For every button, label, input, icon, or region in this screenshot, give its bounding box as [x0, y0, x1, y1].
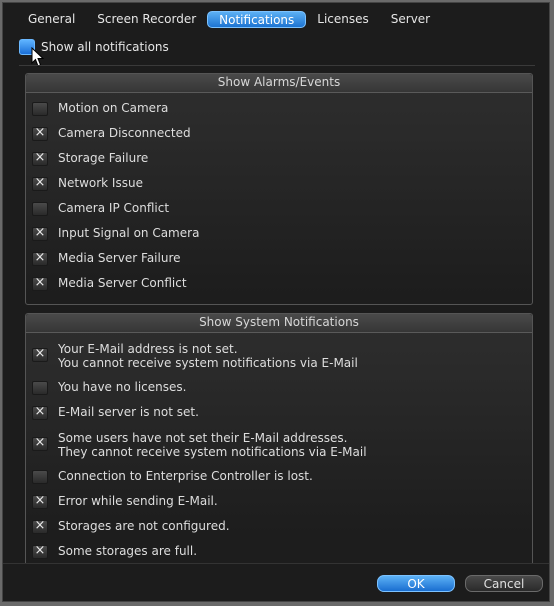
system-item-label: Storages are not configured. — [58, 519, 230, 533]
check-mark-icon — [33, 380, 47, 394]
alarm-item-label: Storage Failure — [58, 151, 149, 165]
checkbox[interactable]: × — [32, 275, 48, 291]
alarm-item[interactable]: × Network Issue — [32, 176, 143, 191]
check-mark-icon — [33, 101, 47, 115]
system-item[interactable]: × Your E-Mail address is not set. You can… — [32, 342, 358, 370]
check-mark-icon: × — [34, 225, 46, 240]
alarm-item[interactable]: × Media Server Conflict — [32, 276, 187, 291]
check-mark-icon: × — [34, 404, 46, 419]
system-item[interactable]: × Storages are not configured. — [32, 519, 230, 534]
alarm-item[interactable]: × Camera Disconnected — [32, 126, 191, 141]
system-item-line2: They cannot receive system notifications… — [58, 445, 367, 459]
system-item[interactable]: × E-Mail server is not set. — [32, 405, 199, 420]
checkbox[interactable] — [32, 470, 48, 484]
system-item-label: You have no licenses. — [58, 380, 187, 394]
check-mark-icon: × — [34, 125, 46, 140]
alarm-item[interactable]: Camera IP Conflict — [32, 201, 169, 216]
system-item-line1: Some users have not set their E-Mail add… — [58, 431, 348, 445]
check-mark-icon: × — [34, 435, 46, 450]
system-item-line2: You cannot receive system notifications … — [58, 356, 358, 370]
checkbox[interactable] — [32, 102, 48, 116]
settings-dialog: General Screen Recorder Notifications Li… — [2, 2, 550, 602]
alarm-item-label: Camera IP Conflict — [58, 201, 170, 215]
tab-screen-recorder[interactable]: Screen Recorder — [86, 11, 207, 28]
system-item[interactable]: You have no licenses. — [32, 380, 186, 395]
tab-general[interactable]: General — [17, 11, 86, 28]
system-item-label: Connection to Enterprise Controller is l… — [58, 469, 313, 483]
checkbox[interactable]: × — [32, 493, 48, 509]
system-item[interactable]: × Error while sending E-Mail. — [32, 494, 218, 509]
footer-divider — [3, 563, 549, 564]
tab-bar: General Screen Recorder Notifications Li… — [17, 11, 441, 29]
checkbox[interactable] — [32, 381, 48, 395]
checkbox[interactable]: × — [32, 175, 48, 191]
check-mark-icon: × — [34, 250, 46, 265]
check-mark-icon — [33, 201, 47, 215]
alarms-events-group: Show Alarms/Events Motion on Camera × Ca… — [25, 73, 533, 305]
alarms-events-title: Show Alarms/Events — [26, 74, 532, 93]
checkbox[interactable]: × — [32, 435, 48, 451]
system-item[interactable]: × Some storages are full. — [32, 544, 197, 559]
show-all-notifications-label: Show all notifications — [41, 40, 169, 54]
check-mark-icon: × — [34, 543, 46, 558]
check-mark-icon — [33, 469, 47, 483]
system-item-line1: Your E-Mail address is not set. — [58, 342, 238, 356]
alarm-item[interactable]: × Storage Failure — [32, 151, 148, 166]
alarm-item-label: Network Issue — [58, 176, 143, 190]
checkbox[interactable]: × — [32, 250, 48, 266]
check-mark-icon: × — [34, 346, 46, 361]
divider — [19, 65, 535, 66]
system-item-label: Some storages are full. — [58, 544, 198, 558]
system-item-label: E-Mail server is not set. — [58, 405, 199, 419]
alarm-item[interactable]: × Input Signal on Camera — [32, 226, 199, 241]
alarm-item[interactable]: Motion on Camera — [32, 101, 168, 116]
alarm-item[interactable]: × Media Server Failure — [32, 251, 181, 266]
checkbox[interactable]: × — [32, 125, 48, 141]
checkbox[interactable]: × — [32, 543, 48, 559]
system-item-label: Your E-Mail address is not set. You canno… — [58, 342, 358, 370]
system-notifications-group: Show System Notifications × Your E-Mail … — [25, 313, 533, 563]
checkbox[interactable]: × — [32, 225, 48, 241]
alarm-item-label: Media Server Conflict — [58, 276, 187, 290]
alarm-item-label: Input Signal on Camera — [58, 226, 200, 240]
cancel-button[interactable]: Cancel — [465, 575, 543, 592]
checkbox[interactable]: × — [32, 518, 48, 534]
tab-licenses[interactable]: Licenses — [306, 11, 380, 28]
alarm-item-label: Motion on Camera — [58, 101, 169, 115]
check-mark-icon: × — [34, 275, 46, 290]
check-mark-icon: × — [34, 175, 46, 190]
alarm-item-label: Media Server Failure — [58, 251, 181, 265]
check-mark-icon: × — [34, 150, 46, 165]
system-notifications-title: Show System Notifications — [26, 314, 532, 333]
system-item[interactable]: × Some users have not set their E-Mail a… — [32, 431, 367, 459]
tab-notifications[interactable]: Notifications — [207, 11, 307, 28]
system-item-label: Some users have not set their E-Mail add… — [58, 431, 367, 459]
checkbox[interactable]: × — [32, 150, 48, 166]
checkbox[interactable] — [32, 202, 48, 216]
ok-button[interactable]: OK — [377, 575, 455, 592]
system-item-label: Error while sending E-Mail. — [58, 494, 218, 508]
system-item[interactable]: Connection to Enterprise Controller is l… — [32, 469, 313, 484]
check-mark-icon: × — [34, 518, 46, 533]
tab-server[interactable]: Server — [380, 11, 441, 28]
checkbox[interactable]: × — [32, 404, 48, 420]
check-mark-icon: × — [34, 493, 46, 508]
checkbox[interactable]: × — [32, 346, 48, 362]
alarm-item-label: Camera Disconnected — [58, 126, 191, 140]
